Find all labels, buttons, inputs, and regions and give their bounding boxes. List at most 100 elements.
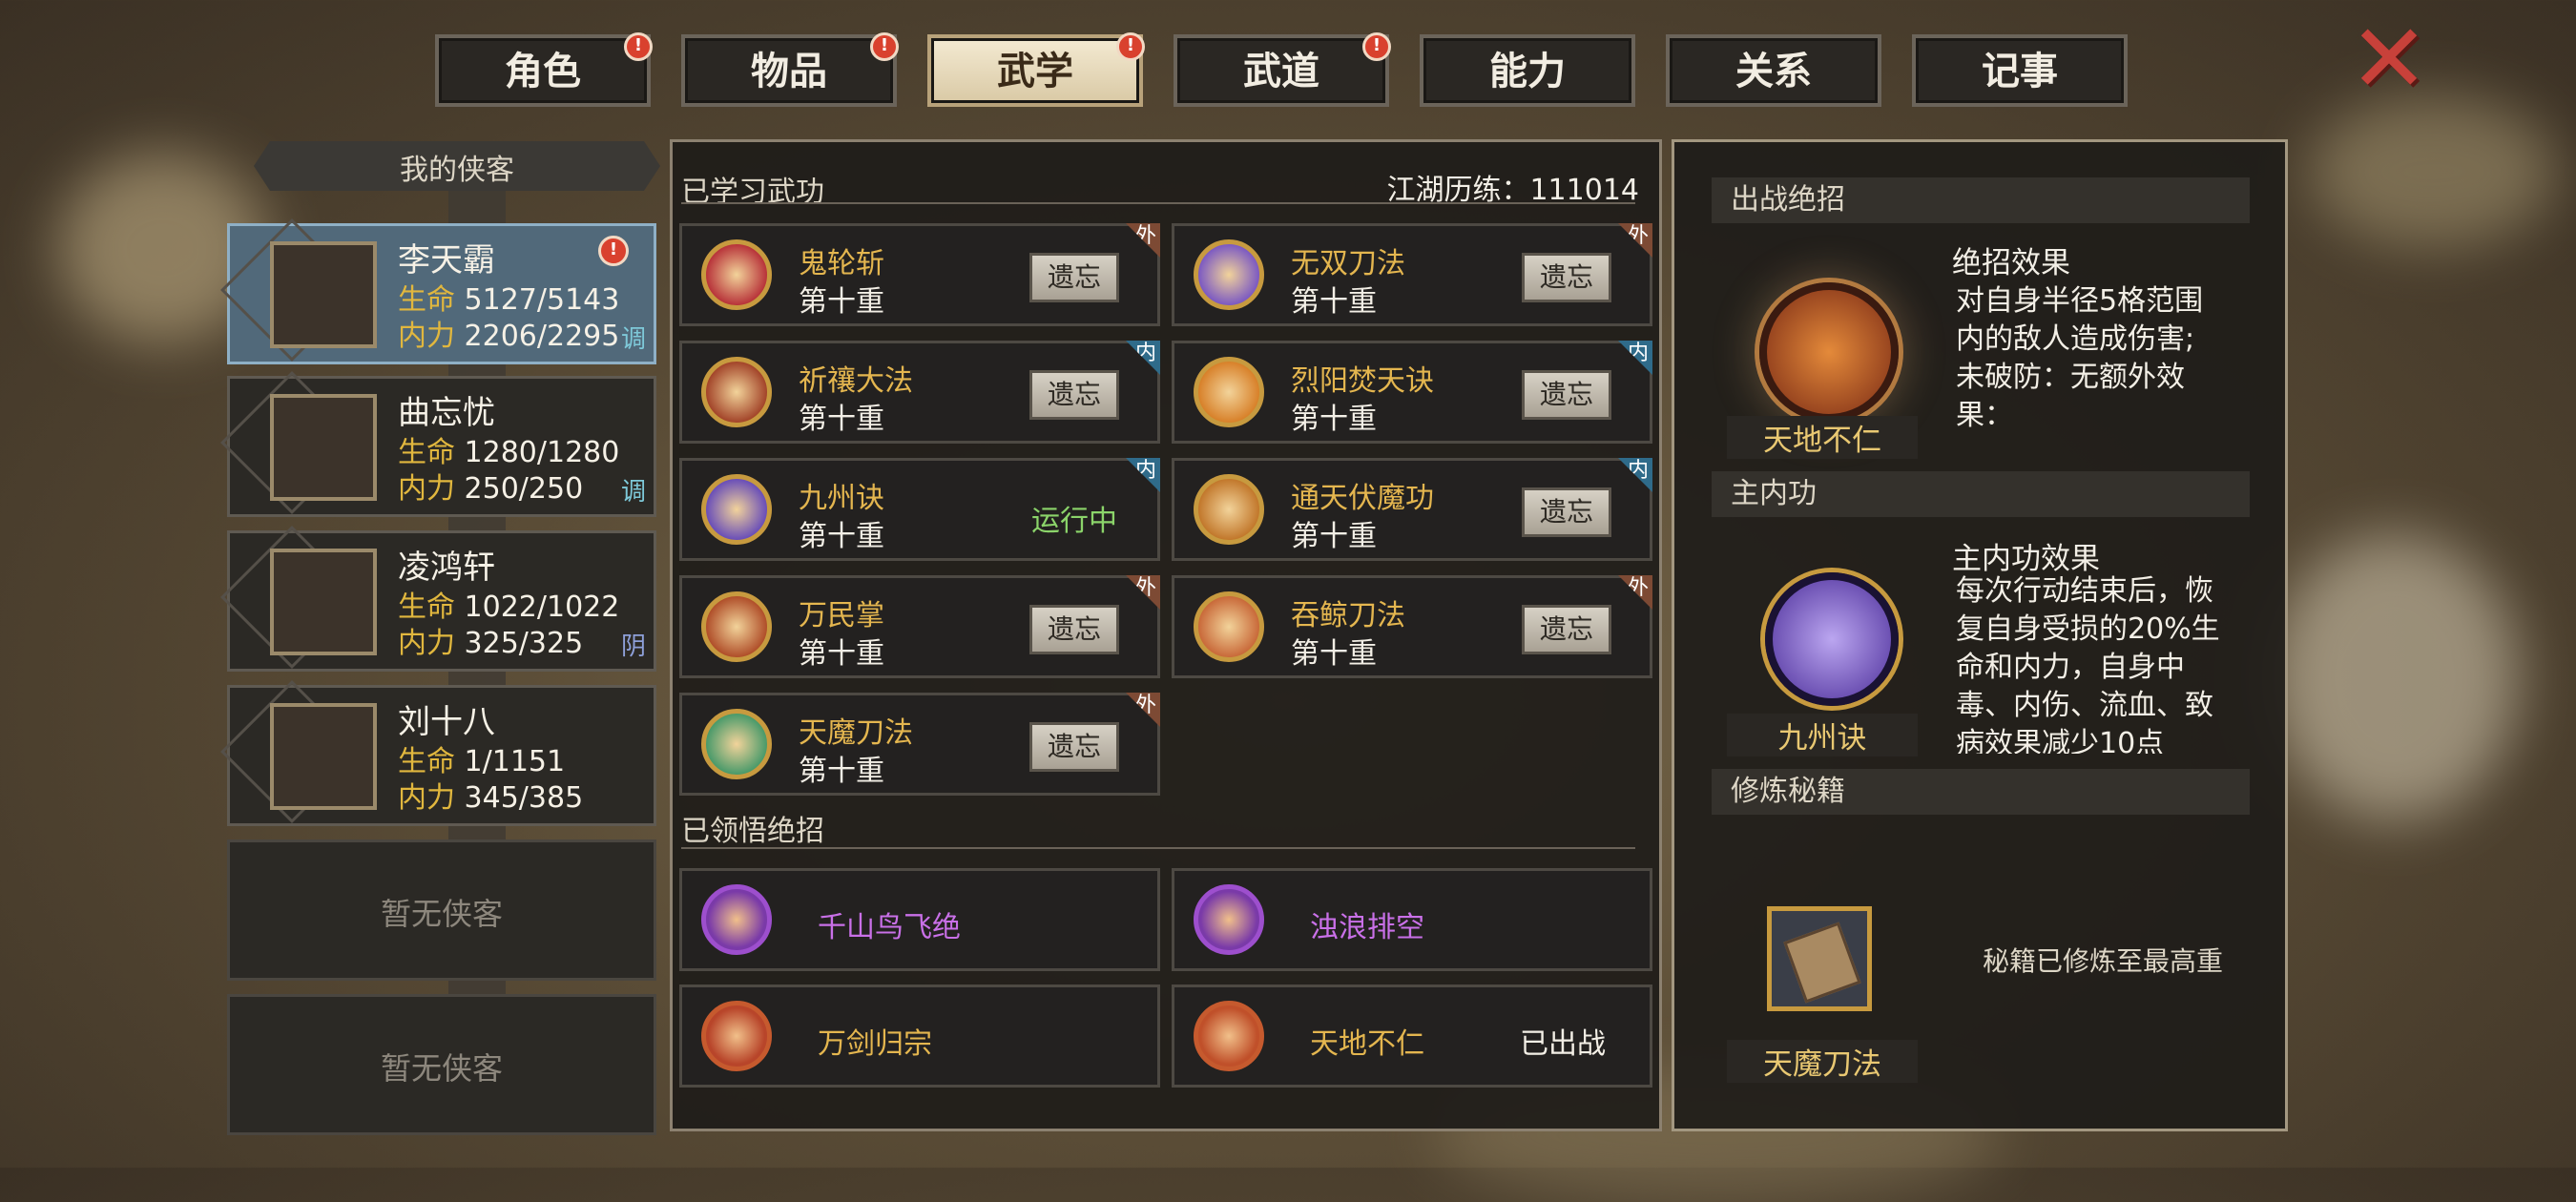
ultimate-card[interactable]: 浊浪排空 <box>1172 868 1652 971</box>
battle-effect-title: 绝招效果 <box>1952 246 2070 280</box>
skill-type: 内 <box>1134 459 1156 483</box>
skill-card[interactable]: 祈禳大法 第十重 内遗忘 <box>679 341 1160 444</box>
skill-type-badge: 外 <box>1126 693 1160 727</box>
hero-mp: 内力 2206/2295 <box>398 312 619 354</box>
effect-text-line: 对自身半径5格范围 <box>1956 284 2204 318</box>
skill-icon <box>1194 239 1264 310</box>
forget-button[interactable]: 遗忘 <box>1029 253 1119 302</box>
forget-button[interactable]: 遗忘 <box>1029 722 1119 772</box>
mp-label: 内力 <box>398 472 455 506</box>
main-internal-icon[interactable] <box>1765 572 1899 706</box>
tab-5[interactable]: 关系 <box>1666 34 1881 107</box>
skill-level: 第十重 <box>1291 637 1377 671</box>
tab-1[interactable]: 物品! <box>681 32 899 107</box>
hero-card[interactable]: 刘十八 生命 1/1151 内力 345/385 <box>220 680 656 826</box>
ultimate-card[interactable]: 万剑归宗 <box>679 984 1160 1088</box>
skill-type-badge: 外 <box>1126 575 1160 610</box>
ultimate-icon <box>701 884 772 955</box>
skill-icon <box>701 357 772 427</box>
tab-2[interactable]: 武学! <box>927 32 1145 107</box>
skill-icon <box>1194 357 1264 427</box>
skill-icon <box>701 709 772 779</box>
skill-icon <box>701 591 772 662</box>
tab-4[interactable]: 能力 <box>1420 34 1635 107</box>
skill-name: 吞鲸刀法 <box>1291 599 1405 632</box>
ultimate-name: 浊浪排空 <box>1310 911 1424 944</box>
hero-card[interactable]: 曲忘忧 生命 1280/1280 内力 250/250 调 <box>220 371 656 517</box>
avatar <box>270 703 377 810</box>
effect-text-line: 命和内力，自身中 <box>1956 651 2185 684</box>
hero-mp: 内力 325/325 <box>398 619 583 661</box>
skill-icon <box>701 239 772 310</box>
tab-3[interactable]: 武道! <box>1174 32 1391 107</box>
tab-label: 关系 <box>1735 50 1812 93</box>
forget-button[interactable]: 遗忘 <box>1029 370 1119 420</box>
skill-type: 外 <box>1134 576 1156 600</box>
close-x-icon[interactable]: ✕ <box>2349 11 2429 107</box>
ultimate-name: 天地不仁 <box>1310 1027 1424 1061</box>
skill-level: 第十重 <box>1291 403 1377 436</box>
forget-button[interactable]: 遗忘 <box>1522 605 1611 654</box>
skill-type: 内 <box>1627 342 1649 365</box>
ultimate-icon <box>1194 1001 1264 1071</box>
ultimate-card[interactable]: 千山鸟飞绝 <box>679 868 1160 971</box>
battle-ultimate-icon[interactable] <box>1759 282 1899 422</box>
skill-card[interactable]: 天魔刀法 第十重 外遗忘 <box>679 693 1160 796</box>
tab-6[interactable]: 记事 <box>1912 34 2128 107</box>
hero-mp: 内力 345/385 <box>398 774 583 816</box>
mp-value: 250/250 <box>464 472 584 506</box>
alert-badge-icon: ! <box>870 32 899 61</box>
skill-name: 祈禳大法 <box>799 364 913 398</box>
skill-card[interactable]: 无双刀法 第十重 外遗忘 <box>1172 223 1652 326</box>
hero-card[interactable]: 凌鸿轩 生命 1022/1022 内力 325/325 阴 <box>220 526 656 672</box>
forget-button[interactable]: 遗忘 <box>1522 370 1611 420</box>
mp-label: 内力 <box>398 627 455 660</box>
skill-card[interactable]: 通天伏魔功 第十重 内遗忘 <box>1172 458 1652 561</box>
skill-icon <box>701 474 772 545</box>
main-internal-name: 九州诀 <box>1727 714 1918 756</box>
tab-0[interactable]: 角色! <box>435 32 653 107</box>
cultivation-skill-name: 天魔刀法 <box>1727 1040 1918 1083</box>
skill-card[interactable]: 吞鲸刀法第十重 外遗忘 <box>1172 575 1652 678</box>
forget-button[interactable]: 遗忘 <box>1029 605 1119 654</box>
skill-level: 第十重 <box>799 285 884 319</box>
mp-value: 325/325 <box>464 627 584 660</box>
running-status: 运行中 <box>1031 505 1117 538</box>
effect-text-line: 复自身受损的20%生 <box>1956 612 2220 646</box>
forget-button[interactable]: 遗忘 <box>1522 253 1611 302</box>
skill-name: 无双刀法 <box>1291 247 1405 280</box>
mp-value: 345/385 <box>464 781 584 815</box>
battle-ultimate-name: 天地不仁 <box>1727 416 1918 459</box>
skill-card[interactable]: 鬼轮斩 第十重 外遗忘 <box>679 223 1160 326</box>
effect-text-line: 内的敌人造成伤害; <box>1956 322 2195 356</box>
ultimates-title: 已领悟绝招 <box>681 815 824 848</box>
skill-type-badge: 外 <box>1618 223 1652 258</box>
skill-name: 烈阳焚天诀 <box>1291 364 1434 398</box>
empty-hero-slot[interactable]: 暂无侠客 <box>227 839 656 981</box>
empty-hero-slot[interactable]: 暂无侠客 <box>227 994 656 1135</box>
effect-text-line: 病效果减少10点 <box>1956 727 2165 754</box>
skill-card[interactable]: 烈阳焚天诀第十重 内遗忘 <box>1172 341 1652 444</box>
skill-name: 天魔刀法 <box>799 716 913 750</box>
forget-button[interactable]: 遗忘 <box>1522 487 1611 537</box>
skill-type: 外 <box>1627 576 1649 600</box>
skill-level: 第十重 <box>1291 520 1377 553</box>
ultimate-name: 千山鸟飞绝 <box>818 911 961 944</box>
skill-card[interactable]: 九州诀 第十重 内运行中 <box>679 458 1160 561</box>
tab-label: 武学 <box>997 50 1073 93</box>
tab-label: 物品 <box>751 50 827 93</box>
battle-ultimate-section: 出战绝招 <box>1712 177 2250 223</box>
skill-card[interactable]: 万民掌 第十重 外遗忘 <box>679 575 1160 678</box>
hero-name: 刘十八 <box>398 703 495 741</box>
ultimate-card[interactable]: 天地不仁 已出战 <box>1172 984 1652 1088</box>
main-effect-title: 主内功效果 <box>1952 542 2100 576</box>
skill-name: 通天伏魔功 <box>1291 482 1434 515</box>
hero-card[interactable]: 李天霸 生命 5127/5143 内力 2206/2295 调! <box>220 218 656 364</box>
alert-badge-icon: ! <box>624 32 653 61</box>
skill-name: 鬼轮斩 <box>799 247 884 280</box>
book-icon <box>1783 922 1861 1004</box>
cultivation-book-icon[interactable] <box>1767 906 1872 1011</box>
deployed-status: 已出战 <box>1520 1027 1606 1061</box>
ultimate-icon <box>701 1001 772 1071</box>
avatar <box>270 549 377 655</box>
